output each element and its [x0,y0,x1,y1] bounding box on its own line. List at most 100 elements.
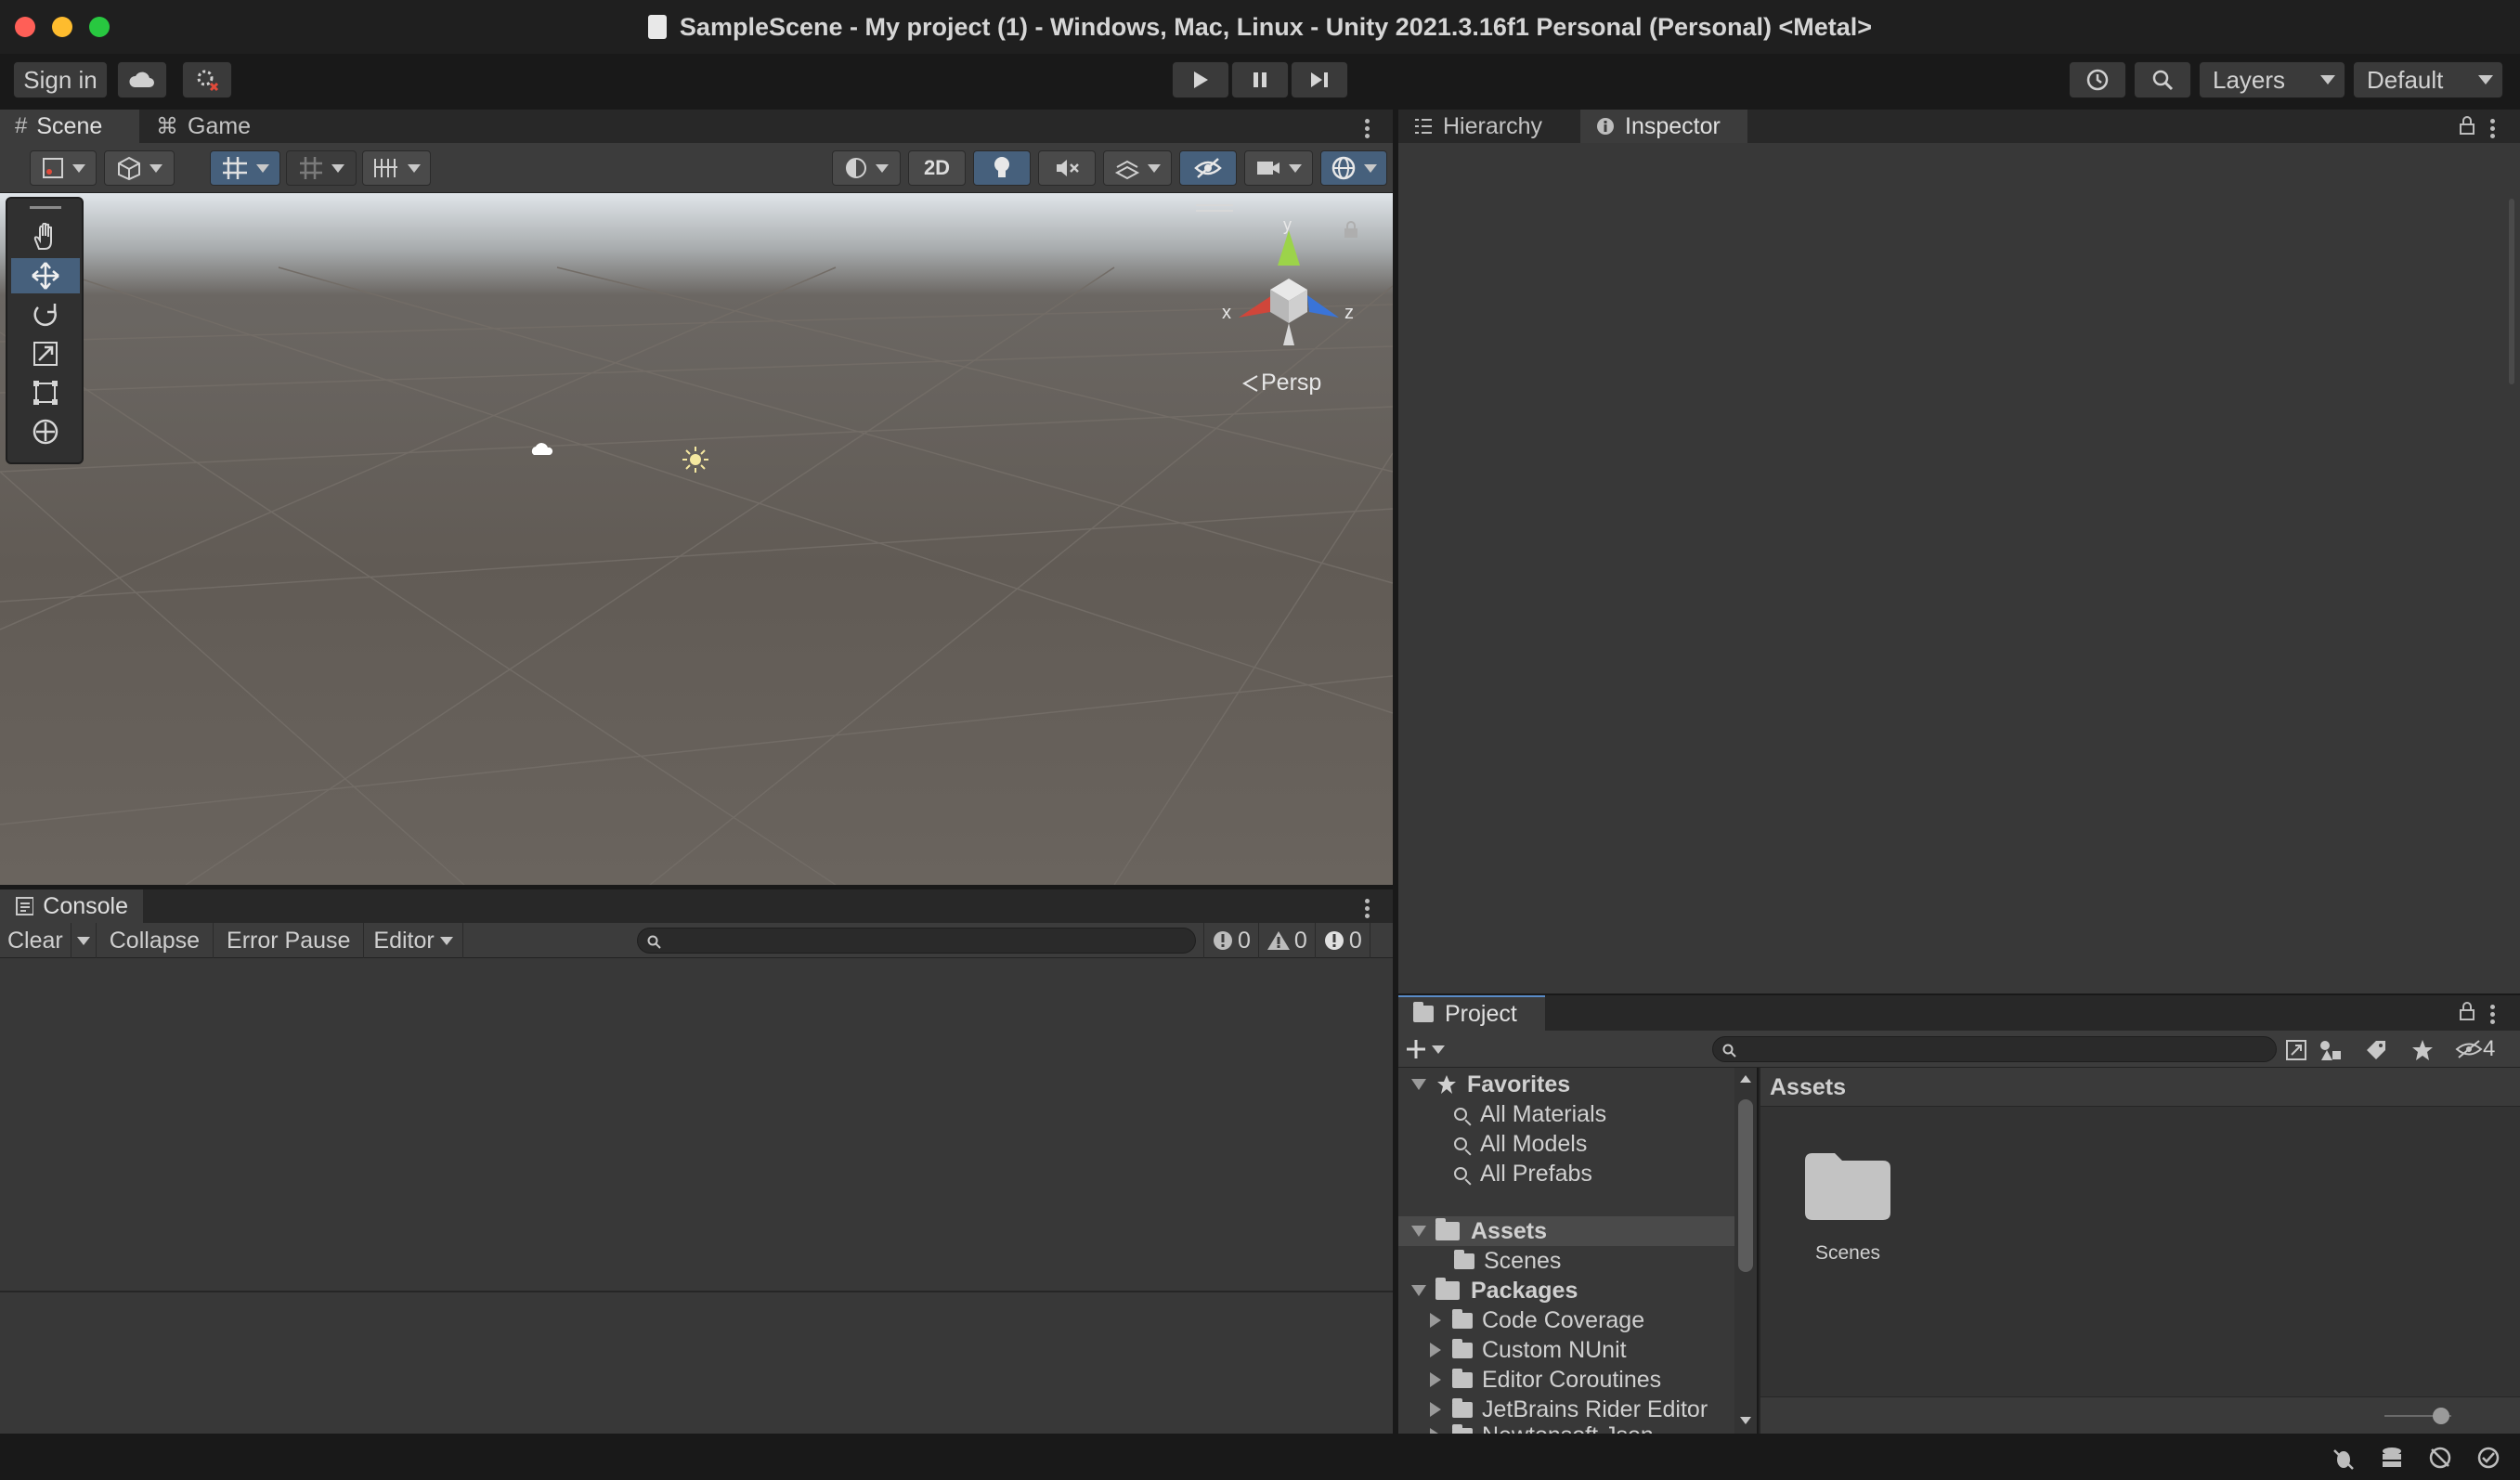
tree-assets[interactable]: Assets [1398,1216,1734,1246]
clear-button[interactable]: Clear [0,923,71,958]
transform-tool[interactable] [11,414,80,449]
tree-scrollbar[interactable] [1734,1068,1757,1434]
debug-bug-icon[interactable] [2331,1445,2357,1471]
tab-hierarchy[interactable]: Hierarchy [1398,110,1578,143]
drag-handle-icon[interactable] [30,206,61,209]
console-search-input[interactable] [637,928,1196,954]
auto-generate-lighting-icon[interactable] [2427,1445,2453,1471]
layout-dropdown[interactable]: Default [2353,61,2503,98]
toggle-2d-button[interactable]: 2D [908,150,966,186]
create-asset-button[interactable] [1404,1034,1456,1064]
camera-settings-button[interactable] [1244,150,1313,186]
tree-item-scenes[interactable]: Scenes [1454,1246,1561,1276]
tree-packages[interactable]: Packages [1398,1276,1734,1305]
expand-arrow-icon[interactable] [1411,1226,1426,1237]
search-by-label-icon[interactable] [2318,1038,2344,1062]
console-log-area[interactable] [0,958,1393,1292]
hash-icon: # [15,113,28,138]
log-toggle[interactable]: 0 [1203,923,1259,958]
error-pause-button[interactable]: Error Pause [214,923,365,958]
tab-console[interactable]: Console [0,889,143,923]
more-options-icon[interactable] [1365,896,1370,921]
undo-history-button[interactable] [2069,61,2126,98]
tag-icon[interactable] [2364,1038,2388,1062]
scroll-up-icon[interactable] [1740,1075,1751,1083]
scene-lighting-button[interactable] [973,150,1031,186]
clear-options-dropdown[interactable] [71,923,97,958]
tree-item-all-prefabs[interactable]: All Prefabs [1454,1159,1592,1188]
scroll-down-icon[interactable] [1740,1417,1751,1424]
step-button[interactable] [1291,61,1348,98]
asset-folder-scenes[interactable] [1801,1148,1894,1222]
persp-toggle[interactable]: Persp [1241,370,1321,396]
tree-item-label: All Prefabs [1480,1160,1592,1187]
tree-item-newtonsoft-json[interactable]: Newtonsoft Json [1430,1421,1654,1434]
more-options-icon[interactable] [1365,116,1370,141]
gizmo-drag-handle[interactable] [1196,204,1233,212]
expand-arrow-icon[interactable] [1430,1343,1441,1357]
collapse-button[interactable]: Collapse [97,923,214,958]
tree-item-custom-nunit[interactable]: Custom NUnit [1430,1335,1627,1365]
cloud-button[interactable] [117,61,167,98]
star-icon[interactable] [2410,1038,2435,1062]
shading-mode-button[interactable] [832,150,901,186]
scene-audio-button[interactable] [1038,150,1096,186]
tree-item-all-models[interactable]: All Models [1454,1129,1587,1159]
expand-arrow-icon[interactable] [1430,1372,1441,1387]
cache-server-icon[interactable] [2379,1445,2405,1471]
scale-tool[interactable] [11,336,80,371]
increment-snap-button[interactable] [286,150,357,186]
tree-favorites[interactable]: Favorites [1398,1070,1734,1099]
search-by-type-icon[interactable] [2284,1038,2308,1062]
chevron-down-icon [149,163,162,173]
tree-scroll-thumb[interactable] [1738,1099,1753,1272]
scene-effects-button[interactable] [1103,150,1172,186]
tab-project[interactable]: Project [1398,995,1545,1031]
tab-scene[interactable]: # Scene [0,110,139,143]
tree-item-all-materials[interactable]: All Materials [1454,1099,1606,1129]
more-options-icon[interactable] [2490,1002,2496,1027]
tree-item-code-coverage[interactable]: Code Coverage [1430,1305,1644,1335]
tab-inspector[interactable]: Inspector [1580,110,1747,143]
console-detail-area[interactable] [0,1292,1393,1434]
lock-icon[interactable] [2459,1001,2475,1021]
more-options-icon[interactable] [2490,116,2496,141]
project-search-input[interactable] [1712,1036,2277,1062]
assets-breadcrumb[interactable]: Assets [1760,1068,2520,1107]
orientation-gizmo[interactable] [1211,215,1359,345]
lock-icon[interactable] [2459,115,2475,136]
search-button[interactable] [2134,61,2191,98]
camera-gizmo-icon[interactable] [531,442,553,459]
tab-game[interactable]: ⌘ Game [141,110,262,143]
search-icon [1454,1108,1467,1121]
expand-arrow-icon[interactable] [1411,1079,1426,1090]
check-circle-icon[interactable] [2475,1445,2501,1471]
play-button[interactable] [1172,61,1229,98]
warning-toggle[interactable]: 0 [1259,923,1316,958]
rect-tool[interactable] [11,375,80,410]
editor-dropdown[interactable]: Editor [364,923,463,958]
move-tool[interactable] [11,258,80,293]
inspector-scrollbar[interactable] [2509,199,2514,384]
sign-in-button[interactable]: Sign in [13,61,108,98]
scene-visibility-button[interactable] [1179,150,1237,186]
expand-arrow-icon[interactable] [1430,1402,1441,1417]
scene-view[interactable]: y x z Persp [0,193,1393,885]
error-toggle[interactable]: 0 [1316,923,1370,958]
gizmos-button[interactable] [1320,150,1387,186]
draw-mode-button[interactable] [30,150,97,186]
hand-tool[interactable] [11,219,80,254]
collab-button[interactable] [182,61,232,98]
expand-arrow-icon[interactable] [1411,1285,1426,1296]
directional-light-icon[interactable] [682,446,709,474]
icon-size-slider-thumb[interactable] [2433,1408,2449,1424]
hidden-packages-toggle[interactable]: 4 [2455,1036,2495,1062]
expand-arrow-icon[interactable] [1430,1313,1441,1328]
pause-button[interactable] [1231,61,1289,98]
rotate-tool[interactable] [11,297,80,332]
grid-visibility-button[interactable] [362,150,431,186]
tree-item-editor-coroutines[interactable]: Editor Coroutines [1430,1365,1661,1395]
global-local-button[interactable] [104,150,175,186]
layers-dropdown[interactable]: Layers [2199,61,2345,98]
grid-snap-button[interactable] [210,150,280,186]
